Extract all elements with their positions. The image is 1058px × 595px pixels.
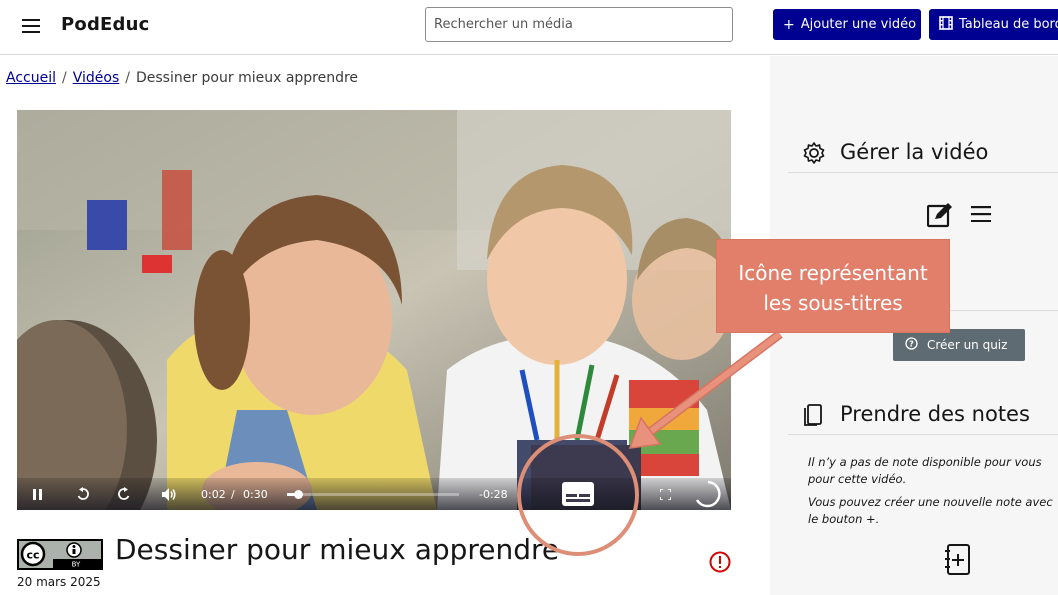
- svg-text:?: ?: [909, 340, 914, 349]
- add-video-label: Ajouter une vidéo: [800, 17, 917, 32]
- manage-video-title: Gérer la vidéo: [840, 140, 989, 164]
- add-note-icon[interactable]: [945, 544, 971, 580]
- forward-icon[interactable]: [116, 486, 132, 502]
- video-title: Dessiner pour mieux apprendre: [115, 533, 560, 566]
- volume-icon[interactable]: [160, 486, 178, 502]
- gear-icon: [803, 142, 825, 168]
- rewind-icon[interactable]: [75, 486, 91, 502]
- menu-icon[interactable]: [22, 17, 40, 33]
- loading-spinner-icon: [693, 480, 723, 508]
- pause-icon[interactable]: [31, 486, 45, 502]
- video-player[interactable]: 0:02 / 0:30 -0:28: [17, 110, 731, 510]
- svg-text:cc: cc: [26, 549, 39, 562]
- divider: [788, 172, 1058, 173]
- notes-empty-message: Il n’y a pas de note disponible pour vou…: [808, 455, 1042, 486]
- progress-knob[interactable]: [294, 490, 304, 499]
- duration: 0:30: [243, 488, 268, 501]
- list-menu-icon[interactable]: [971, 206, 991, 226]
- annotation-callout: Icône représentant les sous-titres: [716, 239, 950, 333]
- remaining-time: -0:28: [479, 488, 508, 501]
- breadcrumb-videos-link[interactable]: Vidéos: [73, 70, 120, 86]
- current-time: 0:02: [201, 488, 226, 501]
- film-icon: [939, 15, 953, 34]
- edit-icon[interactable]: [926, 202, 953, 232]
- player-controls: 0:02 / 0:30 -0:28: [17, 478, 731, 510]
- annotation-line-1: Icône représentant: [738, 261, 928, 285]
- top-header: PodEduc + Ajouter une vidéo Tableau de b…: [0, 0, 1058, 55]
- progress-bar[interactable]: [287, 490, 459, 499]
- plus-icon: +: [783, 16, 795, 33]
- divider: [788, 434, 1058, 435]
- annotation-line-2: les sous-titres: [763, 291, 903, 315]
- fullscreen-icon[interactable]: [658, 486, 672, 502]
- site-logo[interactable]: PodEduc: [61, 14, 150, 35]
- cc-by-license-badge[interactable]: cc BY: [17, 539, 103, 570]
- dashboard-label: Tableau de bord: [959, 17, 1058, 32]
- create-quiz-button[interactable]: ? Créer un quiz: [893, 329, 1025, 361]
- question-icon: ?: [905, 337, 918, 353]
- time-separator: /: [231, 488, 235, 501]
- search-input[interactable]: [425, 7, 733, 42]
- breadcrumb-home-link[interactable]: Accueil: [6, 70, 56, 86]
- dashboard-button[interactable]: Tableau de bord: [929, 9, 1058, 40]
- add-video-button[interactable]: + Ajouter une vidéo: [773, 9, 921, 40]
- subtitles-icon[interactable]: [562, 482, 594, 510]
- take-notes-title: Prendre des notes: [840, 402, 1030, 426]
- report-alert-icon[interactable]: [709, 551, 731, 573]
- video-date: 20 mars 2025: [17, 575, 101, 589]
- notes-hint-message: Vous pouvez créer une nouvelle note avec…: [808, 495, 1053, 526]
- svg-text:BY: BY: [72, 561, 81, 569]
- breadcrumb-current: Dessiner pour mieux apprendre: [135, 70, 359, 86]
- create-quiz-label: Créer un quiz: [927, 338, 1008, 352]
- breadcrumb: Accueil / Vidéos / Dessiner pour mieux appre…: [6, 70, 359, 86]
- notebook-icon: [803, 404, 823, 430]
